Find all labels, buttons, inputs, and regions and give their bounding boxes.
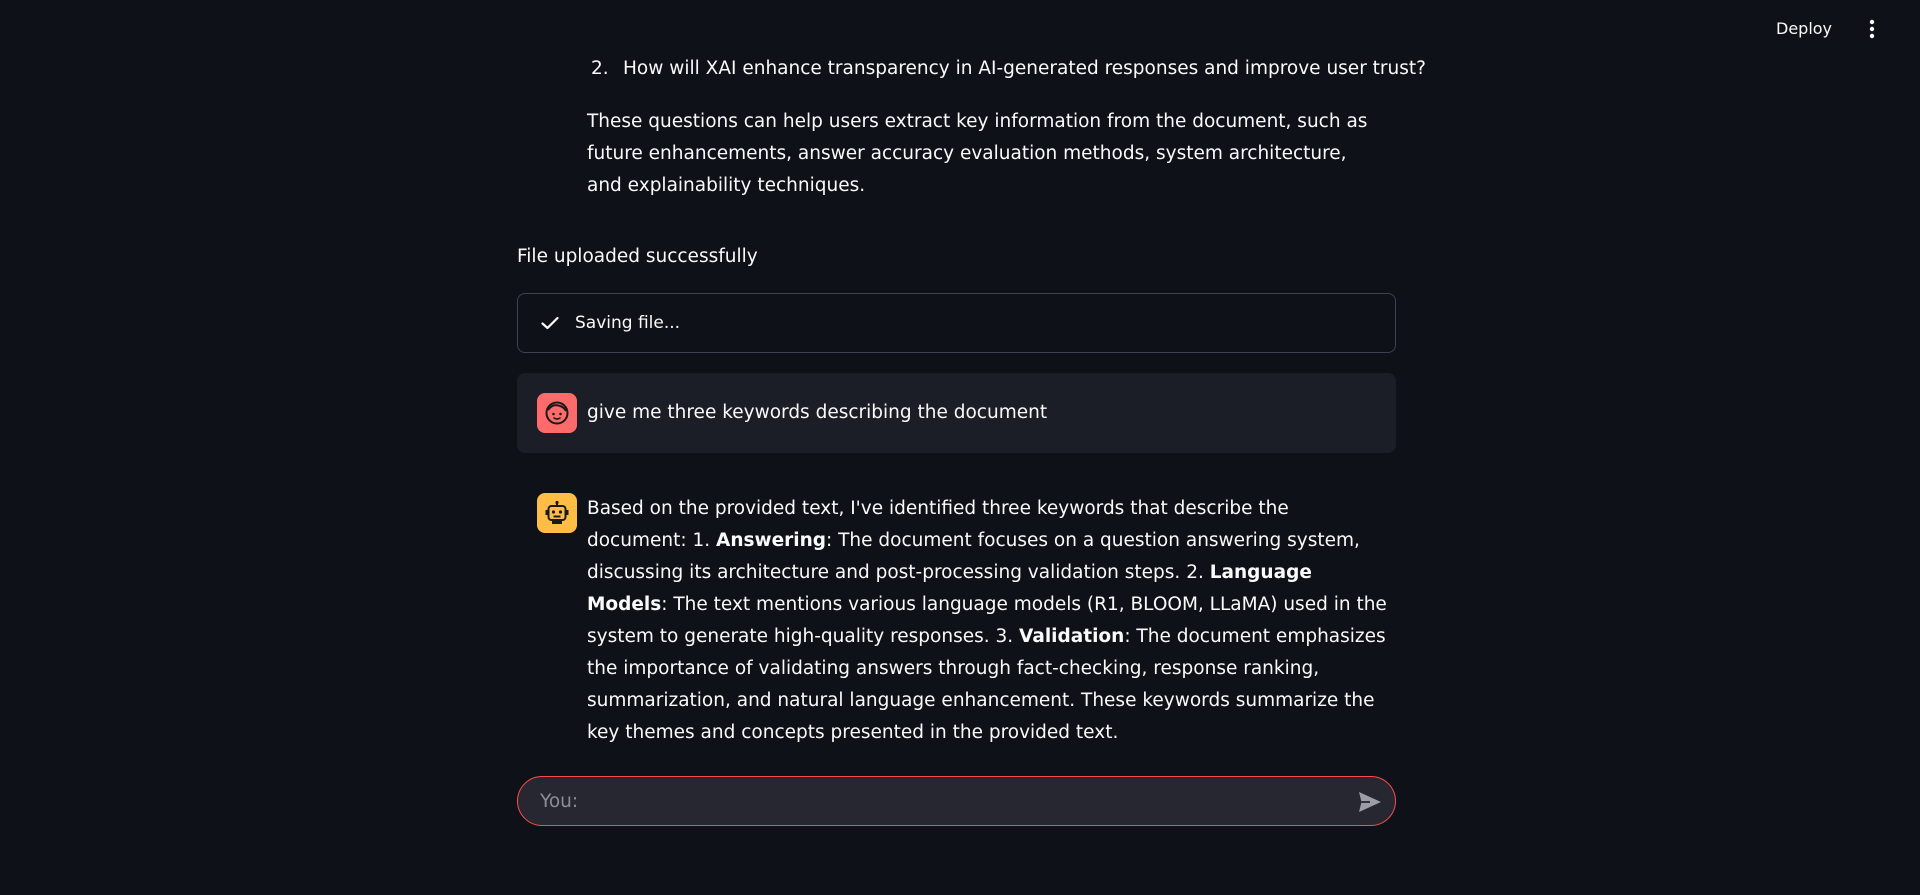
robot-icon [545, 500, 569, 524]
send-button[interactable] [1357, 789, 1383, 815]
vertical-dots-icon [1869, 19, 1875, 39]
status-label: Saving file... [575, 313, 681, 333]
list-item-text: How will XAI enhance transparency in AI-… [623, 58, 1426, 79]
file-upload-status: File uploaded successfully [517, 246, 758, 267]
list-item-number: 2. [591, 58, 609, 79]
chat-input-container [517, 776, 1396, 826]
deploy-button[interactable]: Deploy [1776, 17, 1832, 41]
user-avatar [537, 393, 577, 433]
assistant-message-text: Based on the provided text, I've identif… [587, 493, 1393, 749]
list-item: 2. How will XAI enhance transparency in A… [591, 53, 1426, 85]
user-message: give me three keywords describing the do… [517, 373, 1396, 453]
assistant-message: Based on the provided text, I've identif… [517, 473, 1396, 743]
assistant-avatar [537, 493, 577, 533]
check-icon [540, 313, 560, 333]
send-arrow-icon [1359, 792, 1381, 812]
top-toolbar: Deploy [0, 0, 1920, 58]
user-message-text: give me three keywords describing the do… [587, 402, 1048, 423]
keyword-1: Answering [716, 530, 827, 551]
main-menu-button[interactable] [1860, 16, 1884, 42]
keyword-3: Validation [1019, 626, 1125, 647]
assistant-paragraph: These questions can help users extract k… [587, 111, 1368, 196]
status-expander[interactable]: Saving file... [517, 293, 1396, 353]
user-face-icon [545, 401, 569, 425]
chat-input[interactable] [538, 777, 1338, 825]
